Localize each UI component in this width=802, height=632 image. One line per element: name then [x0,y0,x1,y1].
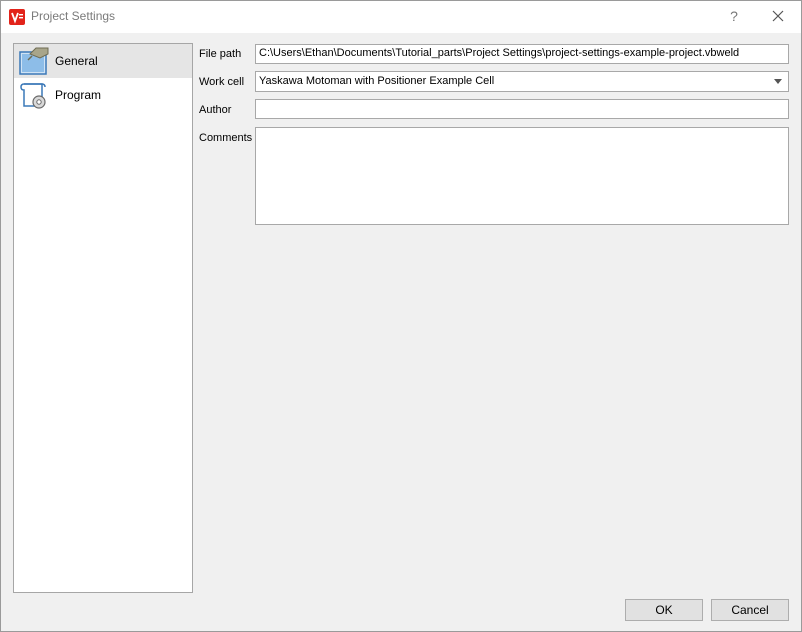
title-bar: Project Settings ? [1,1,801,33]
program-scroll-gear-icon [20,83,46,109]
file-path-field[interactable]: C:\Users\Ethan\Documents\Tutorial_parts\… [255,44,789,64]
sidebar-item-general[interactable]: General [14,44,192,78]
work-cell-label: Work cell [199,76,245,88]
general-settings-icon [19,47,49,75]
close-button[interactable] [755,1,801,31]
author-label: Author [199,104,232,116]
close-icon [772,10,784,22]
sidebar-item-label: General [55,54,98,68]
sidebar-item-program[interactable]: Program [14,78,192,112]
file-path-label: File path [199,48,242,60]
author-field[interactable] [255,99,789,119]
cancel-button[interactable]: Cancel [711,599,789,621]
help-button[interactable]: ? [711,1,757,31]
comments-field[interactable] [255,127,789,225]
project-settings-dialog: Project Settings ? General Program File … [0,0,802,632]
work-cell-selected-value: Yaskawa Motoman with Positioner Example … [259,75,495,87]
chevron-down-icon [774,79,782,84]
window-title: Project Settings [31,9,116,23]
sidebar-item-label: Program [55,88,102,102]
app-logo-icon [9,9,25,25]
comments-label: Comments [199,132,253,144]
ok-button[interactable]: OK [625,599,703,621]
work-cell-dropdown[interactable]: Yaskawa Motoman with Positioner Example … [255,71,789,92]
settings-category-list: General Program [13,43,193,593]
